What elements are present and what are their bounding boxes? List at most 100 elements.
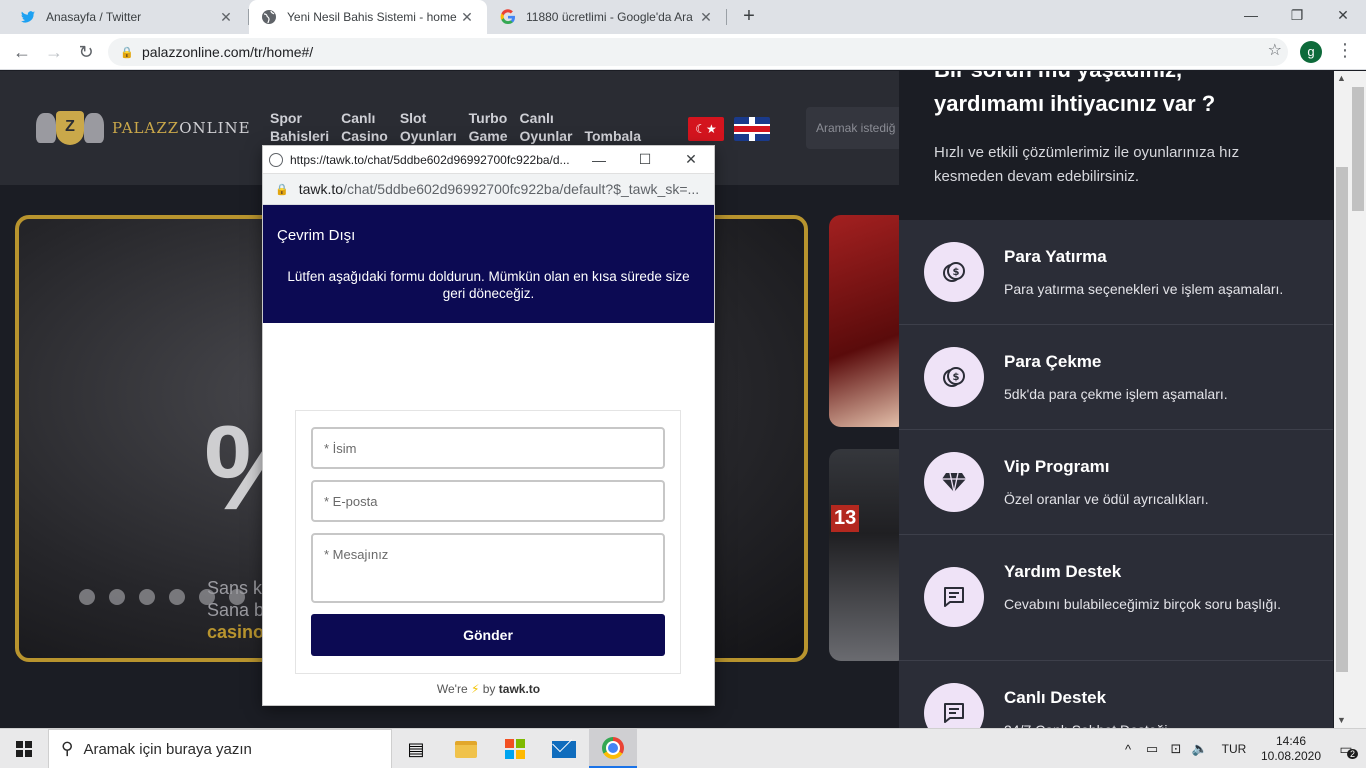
help-item-desc: Özel oranlar ve ödül ayrıcalıkları. [1004,491,1209,507]
taskbar-search-placeholder: Aramak için buraya yazın [83,740,252,758]
help-item-title: Para Çekme [1004,352,1102,371]
battery-icon[interactable]: ▭ [1140,741,1164,757]
nav-slot-oyunlari[interactable]: Slot Oyunları [400,109,457,145]
email-field[interactable]: * E-posta [311,480,665,522]
search-icon: ⚲ [61,739,74,758]
nav-canli-casino[interactable]: Canlı Casino [341,109,388,145]
turkish-flag-icon[interactable]: ☾★ [688,117,724,141]
uk-flag-icon[interactable] [734,117,770,141]
back-button[interactable]: ← [10,40,34,64]
address-host: tawk.to [298,181,344,197]
file-explorer-icon[interactable] [442,729,490,768]
promo-card[interactable]: 13 [829,449,909,661]
chrome-icon[interactable] [589,729,637,768]
tab-google[interactable]: 11880 ücretlimi - Google'da Ara ✕ [488,0,726,34]
help-item-title: Para Yatırma [1004,247,1107,266]
slider-dot[interactable] [229,589,245,605]
main-nav: Spor Bahisleri Canlı Casino Slot Oyunları T… [270,109,641,145]
tab-title: Yeni Nesil Bahis Sistemi - home [287,10,457,24]
help-item-para-cekme[interactable]: $ Para Çekme 5dk'da para çekme işlem aşa… [899,325,1333,430]
forward-button[interactable]: → [42,40,66,64]
tab-twitter[interactable]: Anasayfa / Twitter ✕ [8,0,246,34]
mail-icon[interactable] [540,729,588,768]
new-tab-button[interactable]: + [737,4,761,28]
chat-header: Çevrim Dışı Lütfen aşağıdaki formu doldu… [263,205,714,323]
scroll-up-icon[interactable]: ▲ [1337,73,1346,83]
taskbar-search-input[interactable]: ⚲ Aramak için buraya yazın [48,729,392,768]
tab-palazzonline[interactable]: Yeni Nesil Bahis Sistemi - home ✕ [249,0,487,34]
start-button[interactable] [0,729,48,768]
name-field[interactable]: * İsim [311,427,665,469]
lock-icon: 🔒 [120,46,134,59]
slider-dot[interactable] [109,589,125,605]
nav-spor-bahisleri[interactable]: Spor Bahisleri [270,109,329,145]
tab-separator [726,9,727,25]
panel-scroll-thumb[interactable] [1336,167,1348,672]
slider-dots [79,589,245,605]
powered-by[interactable]: We're ⚡ by tawk.to [263,682,714,696]
page-scroll-thumb[interactable] [1352,87,1364,211]
lightning-icon: ⚡ [470,682,480,696]
browser-toolbar: ← → ↻ 🔒 palazzonline.com/tr/home#/ ☆ g ⋮ [0,34,1366,70]
scrollbar[interactable]: ▲ ▼ [1333,71,1366,728]
chat-message: Lütfen aşağıdaki formu doldurun. Mümkün … [287,269,690,301]
chevron-up-icon[interactable]: ^ [1116,742,1140,757]
globe-icon [269,152,283,167]
popup-titlebar: https://tawk.to/chat/5ddbe602d96992700fc… [263,146,714,174]
slider-dot[interactable] [79,589,95,605]
nav-canli-oyunlar[interactable]: Canlı Oyunlar [520,109,573,145]
popup-address-bar[interactable]: 🔒 tawk.to/chat/5ddbe602d96992700fc922ba/… [263,174,714,205]
help-item-yardim-destek[interactable]: Yardım Destek Cevabını bulabileceğimiz b… [899,535,1333,661]
nav-tombala[interactable]: Tombala [584,109,641,145]
tab-strip: Anasayfa / Twitter ✕ Yeni Nesil Bahis Si… [0,0,1366,34]
slider-dot[interactable] [169,589,185,605]
coin-icon: $ [924,347,984,407]
close-popup-button[interactable]: ✕ [668,151,714,168]
close-icon[interactable]: ✕ [698,9,714,26]
crest-icon: Z [34,103,106,153]
chrome-menu-icon[interactable]: ⋮ [1336,40,1354,61]
profile-avatar[interactable]: g [1300,41,1322,63]
coin-icon: $ [924,242,984,302]
popup-title: https://tawk.to/chat/5ddbe602d96992700fc… [290,152,570,167]
help-panel: Bir sorun mu yaşadınız, yardımamı ihtiya… [899,71,1333,728]
address-bar[interactable]: 🔒 palazzonline.com/tr/home#/ [108,38,1288,66]
tawk-chat-popup: https://tawk.to/chat/5ddbe602d96992700fc… [263,146,714,705]
scroll-down-icon[interactable]: ▼ [1337,715,1346,725]
help-item-desc: Cevabını bulabileceğimiz birçok soru baş… [1004,596,1282,612]
language-indicator[interactable]: TUR [1212,742,1256,756]
site-logo[interactable]: Z PALAZZONLINE [34,103,251,153]
network-icon[interactable]: ⊡ [1164,741,1188,757]
message-field[interactable]: * Mesajınız [311,533,665,603]
slider-dot[interactable] [199,589,215,605]
close-icon[interactable]: ✕ [459,9,475,26]
system-tray: ^ ▭ ⊡ 🔈 TUR 14:46 10.08.2020 ▭ 2 [1116,729,1366,768]
minimize-button[interactable]: — [1228,0,1274,34]
bookmark-star-icon[interactable]: ☆ [1268,40,1282,60]
help-item-vip[interactable]: Vip Programı Özel oranlar ve ödül ayrıca… [899,430,1333,535]
help-item-para-yatirma[interactable]: $ Para Yatırma Para yatırma seçenekleri … [899,220,1333,325]
close-window-button[interactable]: ✕ [1320,0,1366,34]
help-item-desc: Para yatırma seçenekleri ve işlem aşamal… [1004,281,1284,297]
help-item-canli-destek[interactable]: Canlı Destek 24/7 Canlı Sohbet Desteği [899,661,1333,728]
nav-turbo-game[interactable]: Turbo Game [469,109,508,145]
twitter-icon [20,9,36,25]
help-subtitle: Hızlı ve etkili çözümlerimiz ile oyunlar… [934,144,1240,185]
maximize-button[interactable]: ☐ [622,151,668,168]
minimize-button[interactable]: — [576,152,622,168]
help-question: Bir sorun mu yaşadınız, yardımamı ihtiya… [934,71,1216,116]
help-item-title: Canlı Destek [1004,688,1107,707]
volume-icon[interactable]: 🔈 [1188,741,1212,757]
notification-icon[interactable]: ▭ 2 [1326,741,1366,759]
slider-dot[interactable] [139,589,155,605]
close-icon[interactable]: ✕ [218,9,234,26]
store-icon[interactable] [491,729,539,768]
promo-card[interactable] [829,215,909,427]
google-icon [500,9,516,25]
send-button[interactable]: Gönder [311,614,665,656]
reload-button[interactable]: ↻ [74,40,98,64]
url-text: palazzonline.com/tr/home#/ [142,44,314,60]
restore-button[interactable]: ❐ [1274,0,1320,34]
clock[interactable]: 14:46 10.08.2020 [1256,734,1326,764]
task-view-icon[interactable]: ▤ [392,729,440,768]
